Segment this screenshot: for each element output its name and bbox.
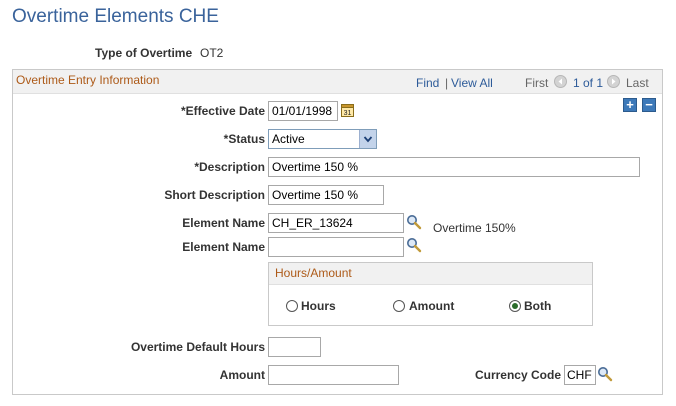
find-link[interactable]: Find	[416, 76, 439, 90]
overtime-entry-panel-title: Overtime Entry Information	[16, 73, 160, 87]
nav-separator: |	[445, 76, 449, 90]
type-of-overtime-value: OT2	[200, 46, 224, 60]
last-label: Last	[626, 76, 649, 90]
hours-amount-title: Hours/Amount	[275, 266, 352, 280]
amount-input[interactable]	[268, 365, 399, 385]
description-label: *Description	[194, 160, 265, 174]
element-name-input[interactable]: CH_ER_13624	[268, 213, 404, 233]
element-name-label: Element Name	[182, 216, 265, 230]
element-name-2-label: Element Name	[182, 240, 265, 254]
short-description-input[interactable]: Overtime 150 %	[268, 185, 384, 205]
view-all-link[interactable]: View All	[451, 76, 493, 90]
svg-text:31: 31	[344, 110, 352, 117]
description-input[interactable]: Overtime 150 %	[268, 157, 640, 177]
amount-radio-label[interactable]: Amount	[409, 299, 454, 313]
overtime-default-hours-input[interactable]	[268, 337, 321, 357]
calendar-icon[interactable]: 31	[341, 103, 354, 117]
amount-label: Amount	[219, 368, 265, 382]
next-row-icon[interactable]	[607, 75, 620, 88]
status-select[interactable]: Active	[268, 129, 377, 149]
first-label: First	[525, 76, 549, 90]
hours-radio[interactable]	[286, 300, 298, 312]
currency-code-label: Currency Code	[474, 368, 561, 382]
amount-radio[interactable]	[393, 300, 405, 312]
add-row-button[interactable]: +	[623, 98, 637, 112]
page-title: Overtime Elements CHE	[12, 6, 219, 27]
delete-row-button[interactable]: −	[642, 98, 656, 112]
search-icon[interactable]	[406, 237, 422, 253]
both-radio-selected-dot	[512, 303, 518, 309]
previous-row-icon[interactable]	[554, 75, 567, 88]
both-radio[interactable]	[509, 300, 521, 312]
both-radio-label[interactable]: Both	[524, 299, 551, 313]
overtime-default-hours-label: Overtime Default Hours	[130, 340, 265, 354]
element-name-description: Overtime 150%	[433, 221, 516, 235]
row-counter: 1 of 1	[573, 76, 604, 90]
type-of-overtime-label: Type of Overtime	[95, 46, 193, 60]
effective-date-input[interactable]: 01/01/1998	[268, 101, 338, 121]
element-name-2-input[interactable]	[268, 237, 404, 257]
currency-code-input[interactable]: CHF	[564, 365, 596, 385]
search-icon[interactable]	[597, 366, 613, 382]
effective-date-label: *Effective Date	[180, 104, 265, 118]
status-select-value: Active	[272, 132, 305, 146]
search-icon[interactable]	[406, 214, 422, 230]
status-label: *Status	[223, 132, 265, 146]
short-description-label: Short Description	[164, 188, 265, 202]
hours-radio-label[interactable]: Hours	[301, 299, 336, 313]
chevron-down-icon[interactable]	[359, 130, 376, 148]
